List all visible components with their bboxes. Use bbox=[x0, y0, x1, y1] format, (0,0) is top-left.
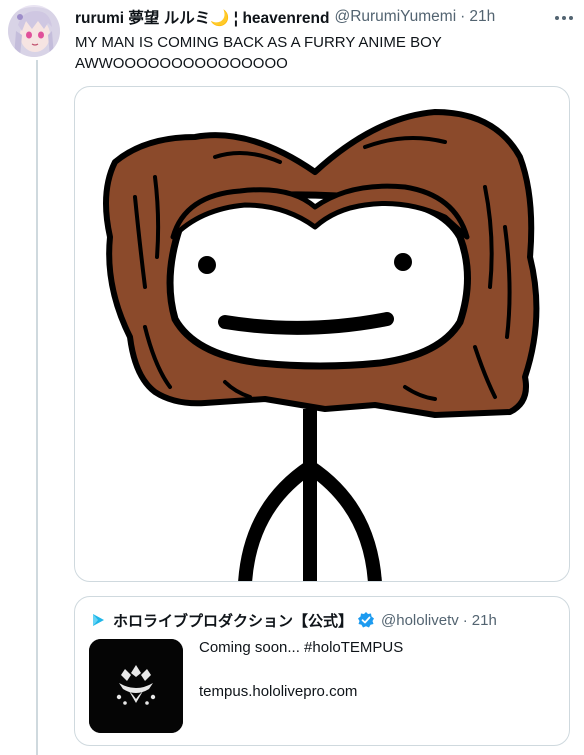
author-display-name[interactable]: rurumi 夢望 ルルミ🌙 ¦ heavenrend bbox=[75, 6, 329, 28]
verified-badge-icon bbox=[357, 611, 375, 629]
quoted-display-name[interactable]: ホロライブプロダクション【公式】 bbox=[113, 610, 353, 631]
author-avatar[interactable] bbox=[8, 5, 60, 57]
quoted-separator-dot: · bbox=[462, 611, 468, 629]
quoted-tweet-link[interactable]: tempus.hololivepro.com bbox=[199, 681, 357, 703]
quoted-tweet-card[interactable]: ホロライブプロダクション【公式】 @hololivetv · 21h Comin… bbox=[74, 596, 570, 746]
thread-line bbox=[36, 60, 38, 755]
tweet-media-image[interactable] bbox=[74, 86, 570, 582]
more-horizontal-icon[interactable] bbox=[554, 8, 574, 20]
tweet-text-line-2: AWWOOOOOOOOOOOOOOO bbox=[75, 55, 288, 72]
quoted-handle[interactable]: @hololivetv bbox=[381, 612, 459, 629]
quoted-tweet-header: ホロライブプロダクション【公式】 @hololivetv · 21h bbox=[89, 609, 497, 631]
separator-dot: · bbox=[460, 8, 466, 25]
tweet-timestamp[interactable]: 21h bbox=[469, 8, 495, 26]
tweet-text: MY MAN IS COMING BACK AS A FURRY ANIME B… bbox=[75, 32, 545, 74]
quoted-media-thumbnail[interactable] bbox=[89, 639, 183, 733]
tweet-header: rurumi 夢望 ルルミ🌙 ¦ heavenrend @RurumiYumem… bbox=[75, 5, 575, 29]
author-handle[interactable]: @RurumiYumemi bbox=[334, 8, 456, 26]
quoted-tweet-text: Coming soon... #holoTEMPUS bbox=[199, 639, 404, 656]
tweet-text-line-1: MY MAN IS COMING BACK AS A FURRY ANIME B… bbox=[75, 34, 442, 51]
hololive-triangle-icon[interactable] bbox=[89, 611, 107, 629]
quoted-timestamp[interactable]: 21h bbox=[472, 612, 497, 629]
